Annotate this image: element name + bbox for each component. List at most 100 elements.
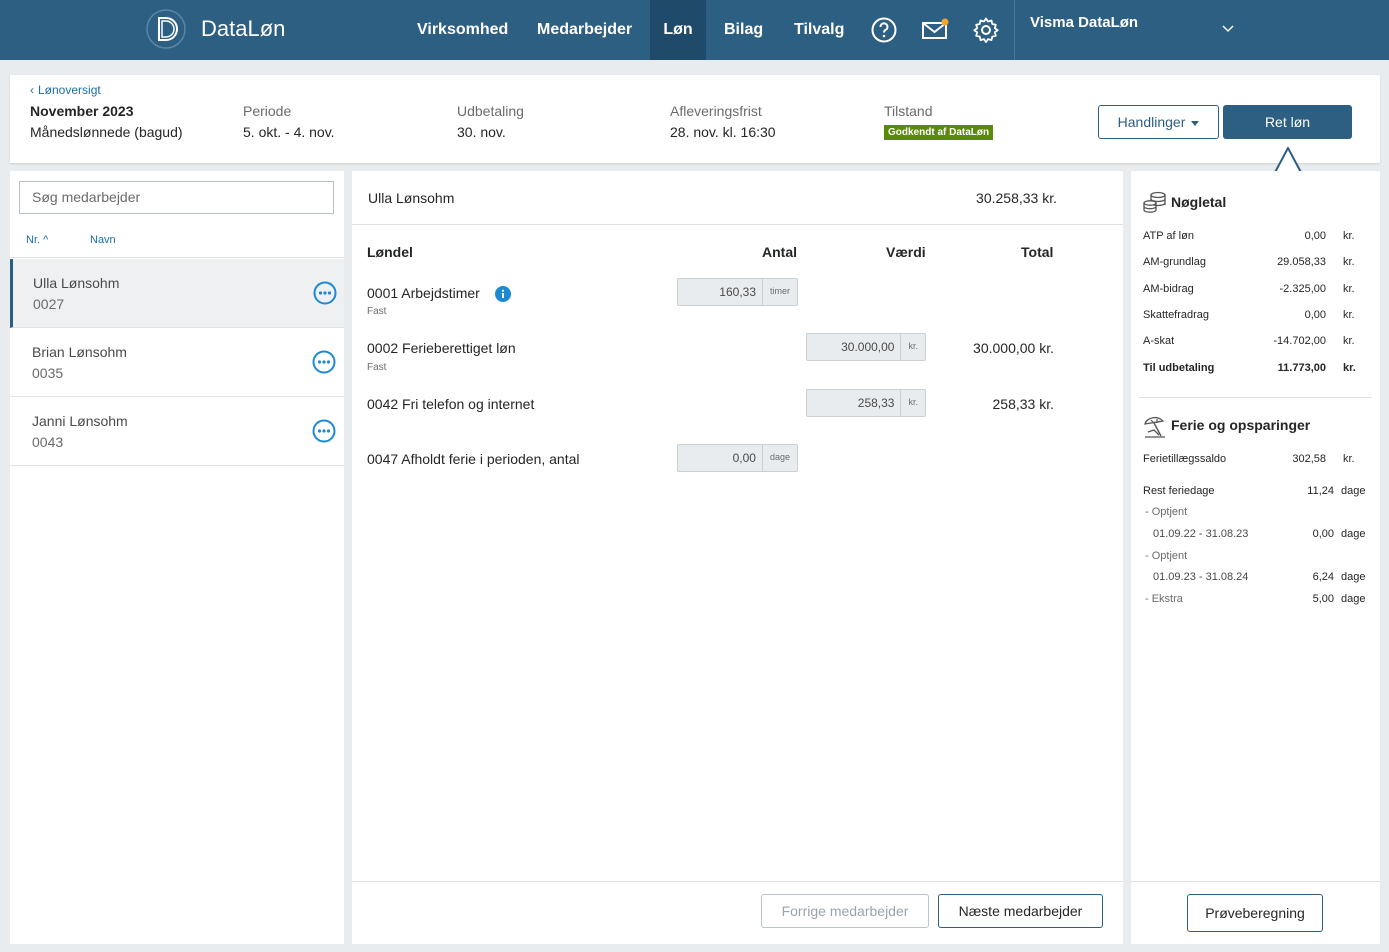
chevron-down-icon[interactable]	[1222, 25, 1234, 33]
column-header-total: Total	[1021, 244, 1054, 260]
key-figure-label: AM-grundlag	[1143, 256, 1206, 268]
sort-by-name[interactable]: Navn	[90, 234, 116, 246]
pay-line-total: 30.000,00 kr.	[973, 340, 1054, 356]
key-figure-unit: kr.	[1343, 283, 1355, 295]
frist-label: Afleveringsfrist	[670, 103, 762, 119]
vaerdi-unit: kr.	[900, 334, 925, 360]
udbetaling-value: 30. nov.	[457, 124, 506, 140]
more-options-icon[interactable]	[312, 419, 336, 443]
pay-line-type: Fast	[367, 362, 387, 373]
nav-medarbejder[interactable]: Medarbejder	[521, 0, 648, 60]
help-icon[interactable]	[870, 16, 898, 44]
coins-icon	[1143, 191, 1166, 213]
antal-unit: dage	[761, 445, 797, 471]
chevron-left-icon: ‹	[30, 83, 34, 97]
status-badge: Godkendt af DataLøn	[884, 125, 994, 140]
holiday-title: Ferie og opsparinger	[1171, 417, 1311, 433]
vaerdi-input[interactable]: 258,33 kr.	[806, 389, 926, 417]
nav-lon[interactable]: Løn	[650, 0, 706, 60]
ekstra-label: - Ekstra	[1145, 593, 1183, 605]
udbetaling-label: Udbetaling	[457, 103, 524, 119]
key-figure-unit: kr.	[1343, 256, 1355, 268]
optjent-period: 01.09.22 - 31.08.23	[1153, 528, 1249, 540]
back-link-label: Lønoversigt	[38, 83, 101, 97]
key-figure-value: 0,00	[1304, 309, 1326, 321]
employee-row[interactable]: Brian Lønsohm 0035	[10, 328, 344, 397]
rest-days-unit: dage	[1341, 485, 1366, 497]
key-figure-unit: kr.	[1343, 309, 1355, 321]
footer-divider	[352, 881, 1123, 882]
antal-value: 160,33	[719, 285, 756, 299]
nav-tilvalg[interactable]: Tilvalg	[778, 0, 860, 60]
more-options-icon[interactable]	[313, 281, 337, 305]
payslip-total: 30.258,33 kr.	[976, 190, 1057, 206]
payslip-panel: Ulla Lønsohm 30.258,33 kr. Løndel Antal …	[352, 171, 1123, 944]
back-link[interactable]: ‹ Lønoversigt	[30, 83, 101, 97]
ekstra-value: 5,00	[1312, 593, 1334, 605]
key-figure-value: 29.058,33	[1277, 256, 1326, 268]
employee-number: 0035	[32, 365, 64, 381]
pay-line-type: Fast	[367, 306, 387, 317]
pay-line-total: 258,33 kr.	[992, 396, 1055, 412]
key-figure-unit: kr.	[1343, 362, 1356, 374]
column-header-antal: Antal	[762, 244, 797, 260]
optjent-label: - Optjent	[1145, 550, 1188, 562]
employee-name: Ulla Lønsohm	[33, 275, 120, 291]
antal-input[interactable]: 0,00 dage	[677, 444, 798, 472]
antal-unit: timer	[762, 279, 797, 305]
holiday-saldo-label: Ferietillægssaldo	[1143, 453, 1227, 465]
sort-number-label: Nr.	[26, 234, 41, 246]
holiday-saldo-unit: kr.	[1343, 453, 1355, 465]
vaerdi-input[interactable]: 30.000,00 kr.	[806, 333, 926, 361]
beach-umbrella-icon	[1144, 416, 1165, 438]
payroll-title: November 2023	[30, 103, 134, 119]
key-figure-label: A-skat	[1143, 335, 1175, 347]
key-figure-value: 0,00	[1304, 230, 1326, 242]
sort-by-number[interactable]: Nr. ^	[26, 234, 48, 246]
key-figure-value: -14.702,00	[1273, 335, 1326, 347]
periode-value: 5. okt. - 4. nov.	[243, 124, 335, 140]
test-calculation-button[interactable]: Prøveberegning	[1187, 894, 1323, 932]
optjent-value: 6,24	[1312, 571, 1334, 583]
settings-icon[interactable]	[972, 16, 1000, 44]
previous-employee-button[interactable]: Forrige medarbejder	[761, 894, 929, 928]
company-selector[interactable]: Visma DataLøn	[1030, 14, 1138, 31]
info-icon[interactable]	[495, 286, 511, 302]
key-figure-value: -2.325,00	[1279, 283, 1326, 295]
caret-down-icon	[1191, 120, 1200, 126]
top-navbar: DataLøn Virksomhed Medarbejder Løn Bilag…	[0, 0, 1389, 60]
employee-row[interactable]: Ulla Lønsohm 0027	[10, 259, 344, 328]
mail-icon[interactable]	[921, 16, 949, 44]
rest-days-label: Rest feriedage	[1143, 485, 1215, 497]
search-input[interactable]: Søg medarbejder	[19, 181, 334, 214]
pay-line-label: 0042 Fri telefon og internet	[367, 396, 535, 412]
payslip-employee-name: Ulla Lønsohm	[368, 190, 455, 206]
brand-name[interactable]: DataLøn	[201, 16, 285, 42]
key-figure-label: Til udbetaling	[1143, 362, 1215, 374]
vaerdi-value: 258,33	[857, 396, 895, 410]
ekstra-unit: dage	[1341, 593, 1366, 605]
summary-panel: Nøgletal ATP af løn 0,00 kr. AM-grundlag…	[1131, 171, 1380, 944]
key-figure-unit: kr.	[1343, 230, 1355, 242]
optjent-label: - Optjent	[1145, 506, 1188, 518]
next-employee-button[interactable]: Næste medarbejder	[938, 894, 1103, 928]
antal-input[interactable]: 160,33 timer	[677, 278, 798, 306]
rest-days-value: 11,24	[1307, 485, 1334, 497]
employee-name: Brian Lønsohm	[32, 344, 127, 360]
actions-dropdown-button[interactable]: Handlinger	[1098, 105, 1219, 139]
sort-bar: Nr. ^ Navn	[10, 224, 344, 258]
key-figure-unit: kr.	[1343, 335, 1355, 347]
optjent-unit: dage	[1341, 571, 1366, 583]
vaerdi-value: 30.000,00	[841, 340, 895, 354]
edit-payroll-button[interactable]: Ret løn	[1223, 105, 1352, 139]
datalon-logo-icon[interactable]	[146, 7, 186, 51]
more-options-icon[interactable]	[312, 350, 336, 374]
pay-line-label: 0001 Arbejdstimer	[367, 285, 480, 301]
key-figure-value: 11.773,00	[1277, 362, 1326, 374]
nav-virksomhed[interactable]: Virksomhed	[401, 0, 524, 60]
employee-row[interactable]: Janni Lønsohm 0043	[10, 397, 344, 466]
nav-bilag[interactable]: Bilag	[708, 0, 779, 60]
payslip-header: Ulla Lønsohm 30.258,33 kr.	[352, 171, 1123, 225]
antal-value: 0,00	[732, 451, 756, 465]
key-figure-label: AM-bidrag	[1143, 283, 1194, 295]
